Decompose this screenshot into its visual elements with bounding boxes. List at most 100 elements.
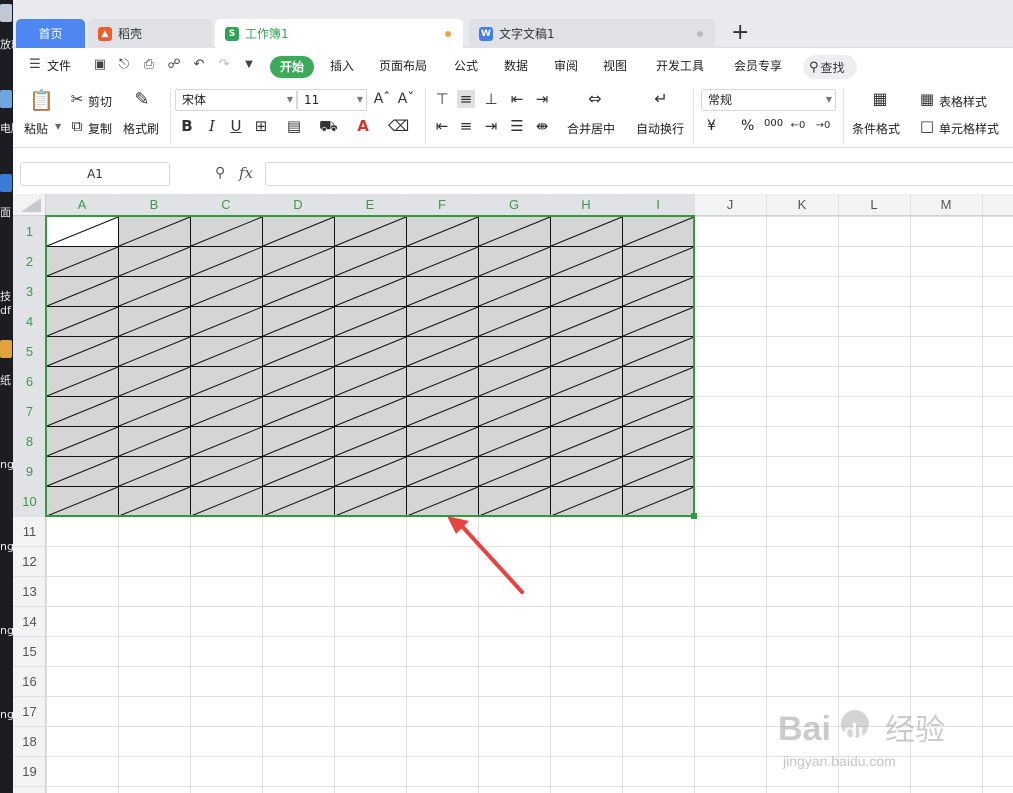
formula-input[interactable] <box>265 162 1013 186</box>
row-header[interactable]: 6 <box>26 374 33 389</box>
column-header[interactable]: C <box>221 197 230 212</box>
column-header[interactable]: A <box>78 197 87 212</box>
row-header[interactable]: 13 <box>22 584 36 599</box>
fill-handle[interactable] <box>691 513 697 519</box>
decrease-decimal-icon[interactable]: →0 <box>814 117 832 135</box>
menu-file[interactable]: 文件 <box>47 57 71 74</box>
italic-icon[interactable]: I <box>203 117 221 135</box>
tab-home[interactable]: 首页 <box>16 19 85 48</box>
cut-button[interactable]: 剪切 <box>88 93 112 110</box>
currency-button[interactable]: ¥ <box>707 118 716 134</box>
menu-view[interactable]: 视图 <box>603 57 627 74</box>
cell-border-style-icon[interactable]: ▤ <box>285 117 303 135</box>
borders-icon[interactable]: ⊞ <box>252 117 270 135</box>
column-header[interactable]: M <box>941 197 952 212</box>
tab-workbook[interactable]: S 工作簿1 <box>215 19 463 48</box>
column-header[interactable]: D <box>293 197 302 212</box>
row-header[interactable]: 2 <box>26 254 33 269</box>
number-format-select[interactable]: 常规 ▼ <box>701 89 836 111</box>
row-header[interactable]: 15 <box>22 644 36 659</box>
menu-page-layout[interactable]: 页面布局 <box>379 57 427 74</box>
print-icon[interactable]: ⎙ <box>141 57 157 73</box>
menu-data[interactable]: 数据 <box>504 57 528 74</box>
fx-button[interactable]: fx <box>239 164 253 182</box>
menu-developer[interactable]: 开发工具 <box>656 57 704 74</box>
increase-indent-icon[interactable]: ⇥ <box>533 90 551 108</box>
tab-shell[interactable]: ▲ 稻壳 <box>88 19 212 48</box>
row-header[interactable]: 19 <box>22 764 36 779</box>
wrap-text-button[interactable]: 自动换行 <box>636 120 684 137</box>
column-header[interactable]: B <box>150 197 159 212</box>
row-header[interactable]: 12 <box>22 554 36 569</box>
bold-icon[interactable]: B <box>178 117 196 135</box>
merge-center-button[interactable]: 合并居中 <box>567 120 615 137</box>
cell-style-button[interactable]: 单元格样式 <box>939 120 999 137</box>
save-icon[interactable]: ▣ <box>92 57 108 73</box>
increase-decimal-icon[interactable]: ←0 <box>789 117 807 135</box>
clear-format-icon[interactable]: ⌫ <box>388 117 409 135</box>
distributed-align-icon[interactable]: ⇼ <box>533 117 551 135</box>
print-preview-icon[interactable]: ☍ <box>166 57 182 73</box>
column-header[interactable]: F <box>438 197 446 212</box>
align-top-icon[interactable]: ⊤ <box>433 90 451 108</box>
row-header[interactable]: 11 <box>23 524 37 539</box>
row-header[interactable]: 16 <box>22 674 36 689</box>
undo-icon[interactable]: ↶ <box>191 57 207 73</box>
row-header[interactable]: 9 <box>26 464 33 479</box>
align-left-icon[interactable]: ⇤ <box>433 117 451 135</box>
app-icon[interactable] <box>0 174 12 192</box>
row-header[interactable]: 8 <box>26 434 33 449</box>
row-header[interactable]: 5 <box>26 344 33 359</box>
paste-dropdown-icon[interactable]: ▼ <box>55 122 61 131</box>
column-header[interactable]: L <box>870 197 877 212</box>
column-header[interactable]: I <box>656 197 660 212</box>
name-box[interactable]: A1 <box>20 162 170 186</box>
row-header[interactable]: 10 <box>22 494 36 509</box>
computer-icon[interactable] <box>0 90 12 108</box>
justify-icon[interactable]: ☰ <box>508 117 526 135</box>
paste-icon[interactable]: 📋 <box>29 88 54 112</box>
underline-icon[interactable]: U <box>227 117 245 135</box>
column-header[interactable]: J <box>727 197 734 212</box>
increase-font-icon[interactable]: Aˆ <box>373 90 391 108</box>
folder-icon[interactable] <box>0 340 12 358</box>
spreadsheet-grid[interactable]: A B C D E F G H I J K L M123456789101112131415161718… <box>13 194 1013 793</box>
column-header[interactable]: E <box>366 197 375 212</box>
row-header[interactable]: 3 <box>26 284 33 299</box>
align-bottom-icon[interactable]: ⊥ <box>482 90 500 108</box>
menu-member[interactable]: 会员专享 <box>734 57 782 74</box>
thousands-separator-button[interactable]: 000 <box>764 118 783 129</box>
menu-review[interactable]: 审阅 <box>554 57 578 74</box>
menu-insert[interactable]: 插入 <box>330 57 354 74</box>
menu-start[interactable]: 开始 <box>270 56 314 78</box>
copy-button[interactable]: 复制 <box>88 120 112 137</box>
row-header[interactable]: 17 <box>22 704 36 719</box>
row-header[interactable]: 1 <box>26 224 33 239</box>
search-button[interactable]: ⚲ 查找 <box>803 55 857 79</box>
conditional-format-button[interactable]: 条件格式 <box>852 120 900 137</box>
new-tab-button[interactable]: + <box>731 22 749 44</box>
column-header[interactable]: H <box>581 197 590 212</box>
recycle-bin-icon[interactable] <box>0 4 12 22</box>
row-header[interactable]: 4 <box>26 314 33 329</box>
paste-button[interactable]: 粘贴 <box>24 120 48 137</box>
row-header[interactable]: 18 <box>22 734 36 749</box>
column-header[interactable]: G <box>509 197 519 212</box>
column-header[interactable]: K <box>798 197 807 212</box>
percent-button[interactable]: % <box>741 118 754 134</box>
align-center-icon[interactable]: ≡ <box>457 117 475 135</box>
font-size-select[interactable]: 11 ▼ <box>297 89 367 111</box>
zoom-icon[interactable]: ⚲ <box>215 165 225 181</box>
row-header[interactable]: 7 <box>26 404 33 419</box>
menu-formula[interactable]: 公式 <box>454 57 478 74</box>
redo-icon[interactable]: ↷ <box>216 57 232 73</box>
font-name-select[interactable]: 宋体 ▼ <box>175 89 297 111</box>
align-right-icon[interactable]: ⇥ <box>482 117 500 135</box>
export-pdf-icon[interactable]: ⎋ <box>116 57 132 73</box>
align-middle-icon[interactable]: ≡ <box>457 90 475 108</box>
quick-access-more-icon[interactable]: ▼ <box>241 57 257 73</box>
decrease-font-icon[interactable]: Aˇ <box>397 90 415 108</box>
format-painter-button[interactable]: 格式刷 <box>123 120 159 137</box>
decrease-indent-icon[interactable]: ⇤ <box>508 90 526 108</box>
row-header[interactable]: 14 <box>22 614 36 629</box>
